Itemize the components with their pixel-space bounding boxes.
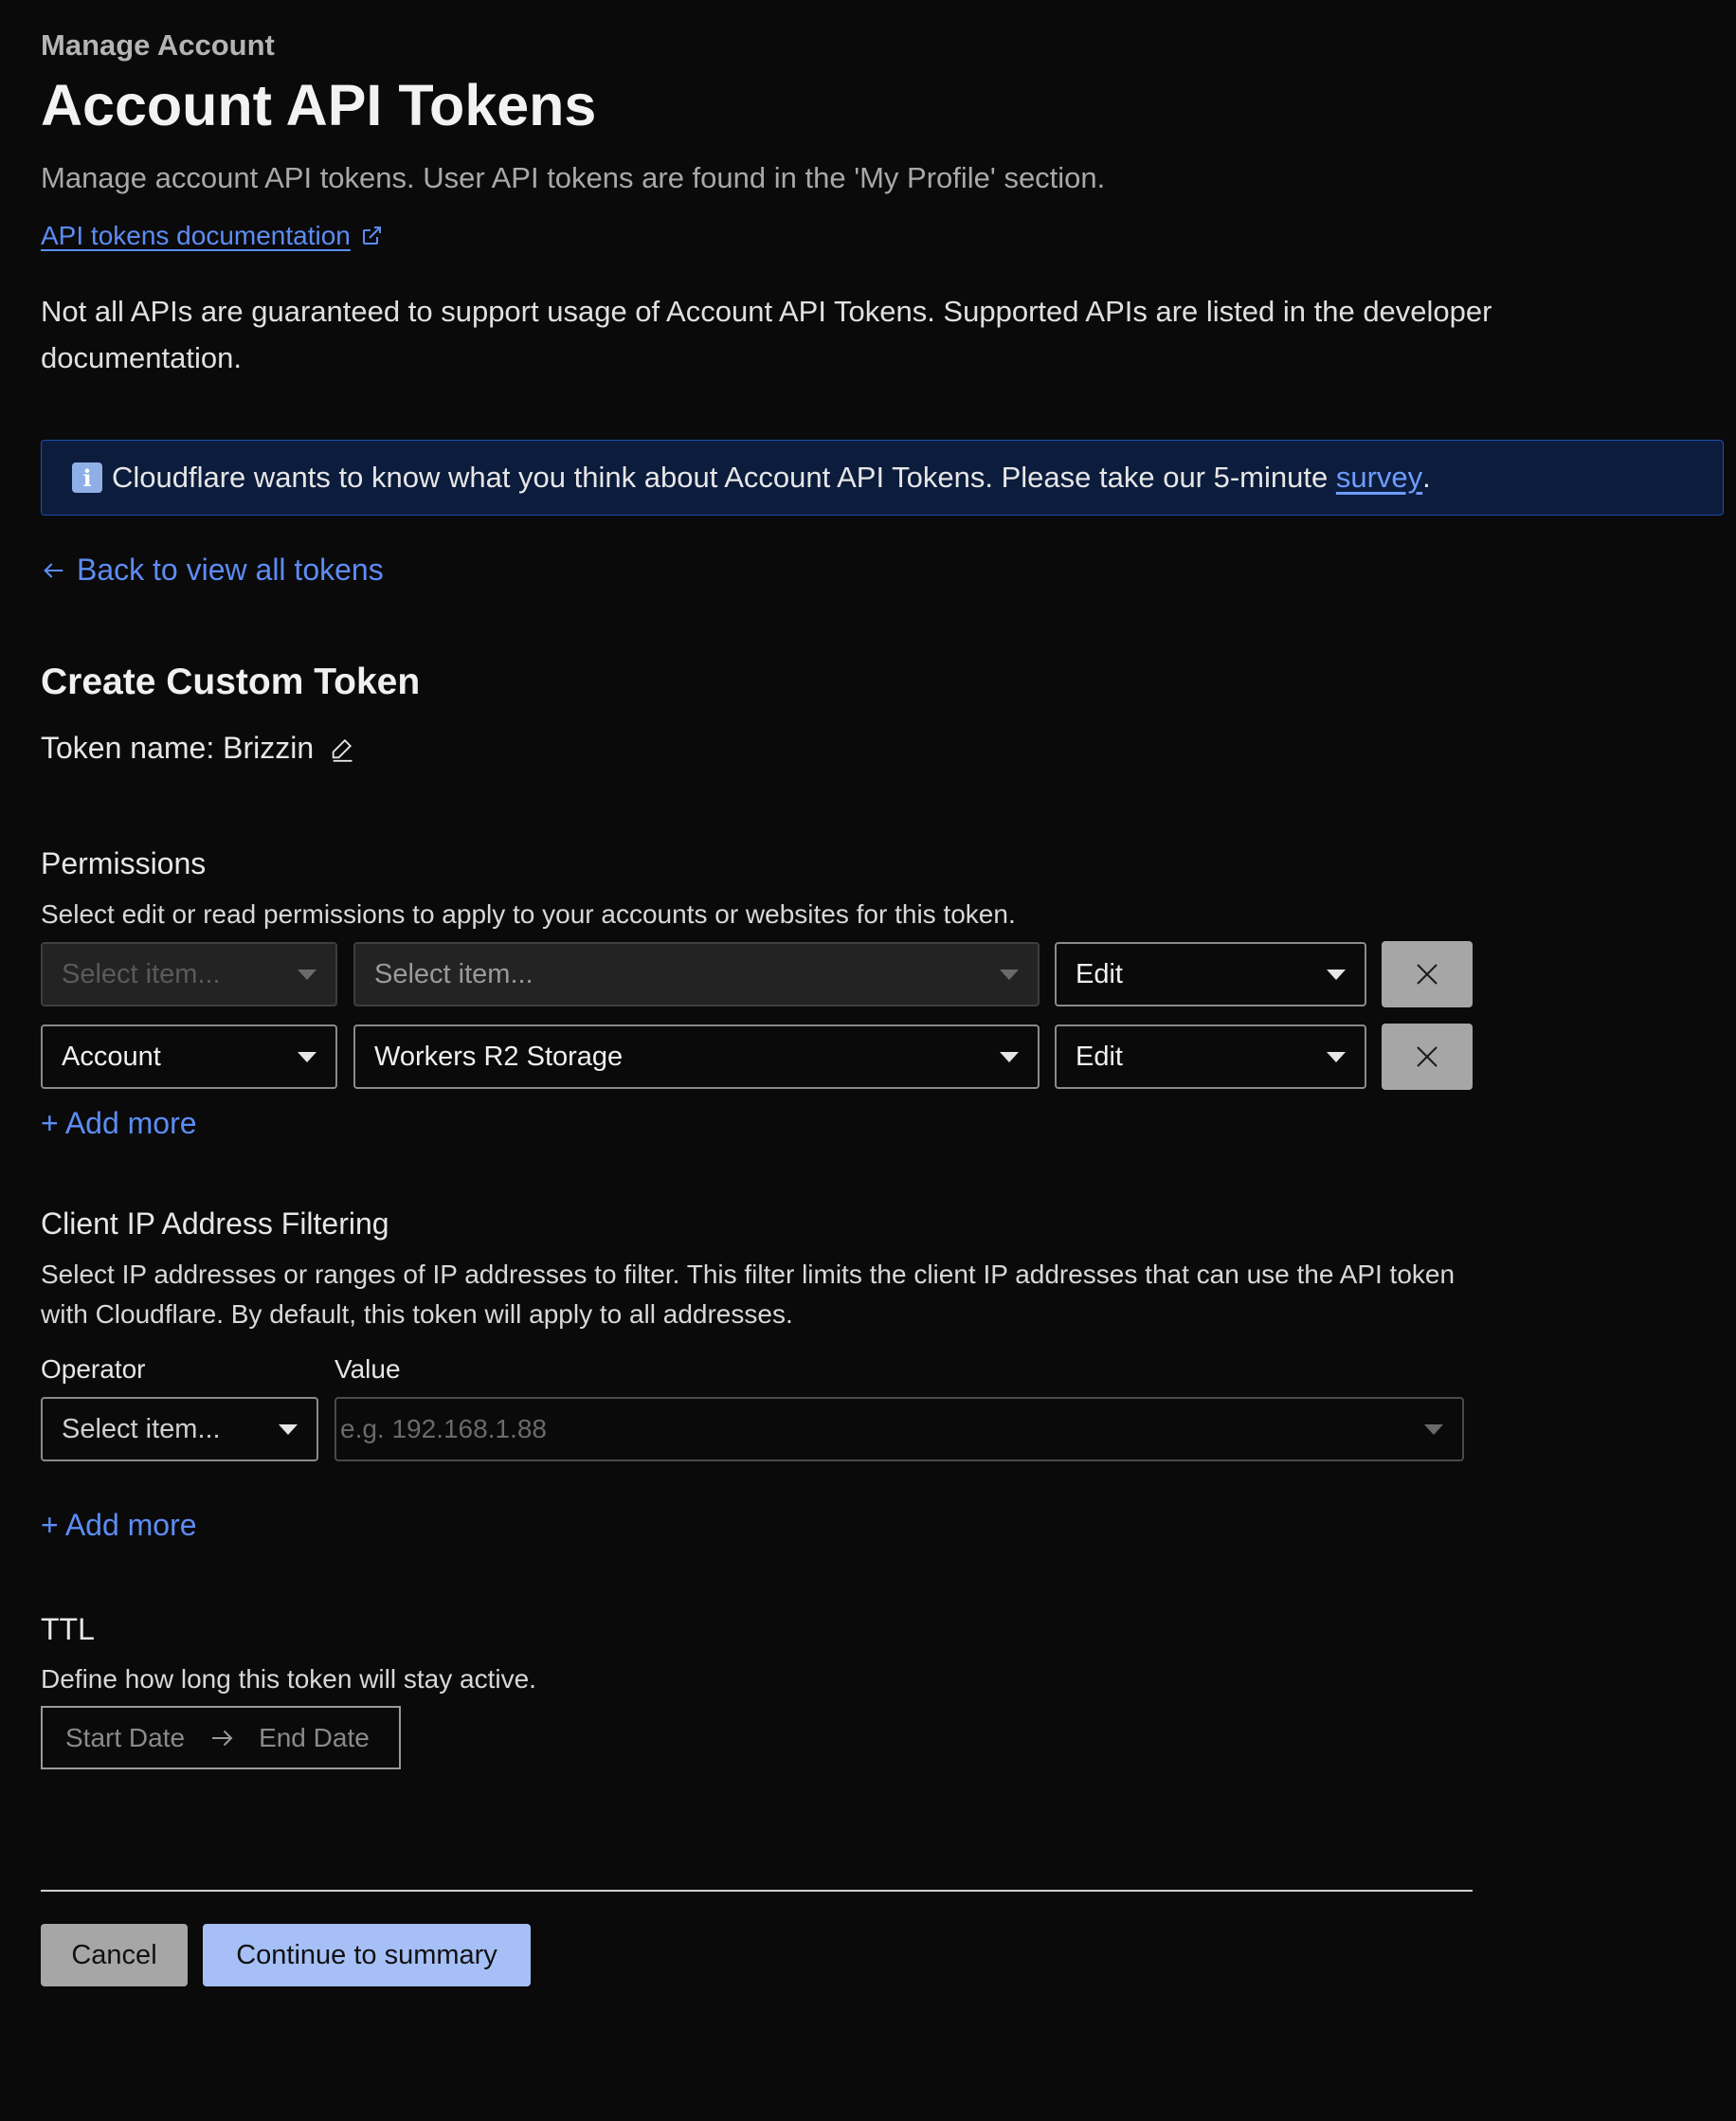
start-date-placeholder: Start Date bbox=[65, 1722, 186, 1752]
external-link-icon bbox=[362, 227, 381, 245]
plus-icon: + bbox=[41, 1508, 65, 1542]
permission-resource-select[interactable]: Select item... bbox=[353, 942, 1040, 1006]
permission-resource-value: Workers R2 Storage bbox=[374, 1041, 624, 1072]
cancel-button[interactable]: Cancel bbox=[41, 1924, 188, 1986]
remove-permission-button[interactable] bbox=[1382, 941, 1473, 1007]
back-to-tokens-label: Back to view all tokens bbox=[77, 553, 384, 587]
arrow-right-icon bbox=[212, 1730, 233, 1746]
chevron-down-icon bbox=[279, 1424, 298, 1435]
permission-scope-value: Account bbox=[62, 1041, 161, 1072]
api-docs-link[interactable]: API tokens documentation bbox=[41, 221, 383, 251]
ttl-date-range[interactable]: Start Date End Date bbox=[41, 1706, 401, 1769]
back-to-tokens-link[interactable]: Back to view all tokens bbox=[41, 553, 384, 588]
operator-select[interactable]: Select item... bbox=[41, 1397, 318, 1461]
ip-filtering-title: Client IP Address Filtering bbox=[41, 1206, 389, 1241]
permissions-description: Select edit or read permissions to apply… bbox=[41, 899, 1016, 929]
chevron-down-icon bbox=[1000, 1052, 1019, 1062]
value-label: Value bbox=[335, 1354, 401, 1384]
permission-scope-select[interactable]: Select item... bbox=[41, 942, 337, 1006]
chevron-down-icon bbox=[1000, 970, 1019, 980]
permissions-title: Permissions bbox=[41, 846, 207, 880]
permission-access-value: Edit bbox=[1076, 958, 1123, 989]
continue-to-summary-button[interactable]: Continue to summary bbox=[203, 1924, 531, 1986]
chevron-down-icon bbox=[298, 970, 316, 980]
footer-divider bbox=[41, 1890, 1473, 1892]
permission-resource-select[interactable]: Workers R2 Storage bbox=[353, 1024, 1040, 1089]
api-docs-link-label: API tokens documentation bbox=[41, 221, 351, 250]
survey-banner-end: . bbox=[1422, 461, 1431, 494]
operator-select-value: Select item... bbox=[62, 1413, 221, 1444]
chevron-down-icon bbox=[1327, 1052, 1346, 1062]
info-icon: i bbox=[72, 462, 102, 493]
add-ip-filter-button[interactable]: + Add more bbox=[41, 1508, 197, 1543]
token-name-value: Brizzin bbox=[223, 731, 315, 765]
breadcrumb: Manage Account bbox=[41, 28, 275, 62]
plus-icon: + bbox=[41, 1106, 65, 1140]
end-date-placeholder: End Date bbox=[259, 1722, 370, 1752]
permission-resource-value: Select item... bbox=[374, 958, 533, 989]
ip-value-placeholder: e.g. 192.168.1.88 bbox=[340, 1414, 547, 1443]
ip-value-input[interactable]: e.g. 192.168.1.88 bbox=[335, 1397, 1464, 1461]
token-name-text: Token name: Brizzin bbox=[41, 731, 314, 766]
arrow-left-icon bbox=[44, 562, 63, 578]
page-subtitle: Manage account API tokens. User API toke… bbox=[41, 161, 1106, 194]
token-name: Token name: Brizzin bbox=[41, 731, 355, 766]
token-name-label: Token name: bbox=[41, 731, 224, 765]
chevron-down-icon bbox=[298, 1052, 316, 1062]
ttl-title: TTL bbox=[41, 1612, 95, 1646]
survey-banner-text: Cloudflare wants to know what you think … bbox=[112, 461, 1336, 494]
page-title: Account API Tokens bbox=[41, 73, 597, 137]
remove-permission-button[interactable] bbox=[1382, 1024, 1473, 1090]
permission-access-select[interactable]: Edit bbox=[1055, 1024, 1366, 1089]
survey-link[interactable]: survey bbox=[1336, 461, 1422, 495]
pencil-icon[interactable] bbox=[329, 735, 355, 762]
permission-access-value: Edit bbox=[1076, 1041, 1123, 1072]
add-ip-filter-label: Add more bbox=[64, 1508, 197, 1542]
add-permission-label: Add more bbox=[64, 1106, 197, 1140]
close-icon bbox=[1417, 964, 1438, 985]
operator-label: Operator bbox=[41, 1354, 146, 1384]
ip-filtering-description: Select IP addresses or ranges of IP addr… bbox=[41, 1260, 1456, 1329]
form-heading: Create Custom Token bbox=[41, 662, 421, 702]
survey-banner: i Cloudflare wants to know what you thin… bbox=[41, 440, 1724, 516]
permission-scope-value: Select item... bbox=[62, 958, 221, 989]
permission-access-select[interactable]: Edit bbox=[1055, 942, 1366, 1006]
add-permission-button[interactable]: + Add more bbox=[41, 1106, 197, 1141]
chevron-down-icon bbox=[1424, 1424, 1443, 1435]
close-icon bbox=[1417, 1046, 1438, 1067]
permission-scope-select[interactable]: Account bbox=[41, 1024, 337, 1089]
ttl-description: Define how long this token will stay act… bbox=[41, 1664, 536, 1694]
api-support-note: Not all APIs are guaranteed to support u… bbox=[41, 295, 1492, 374]
chevron-down-icon bbox=[1327, 970, 1346, 980]
